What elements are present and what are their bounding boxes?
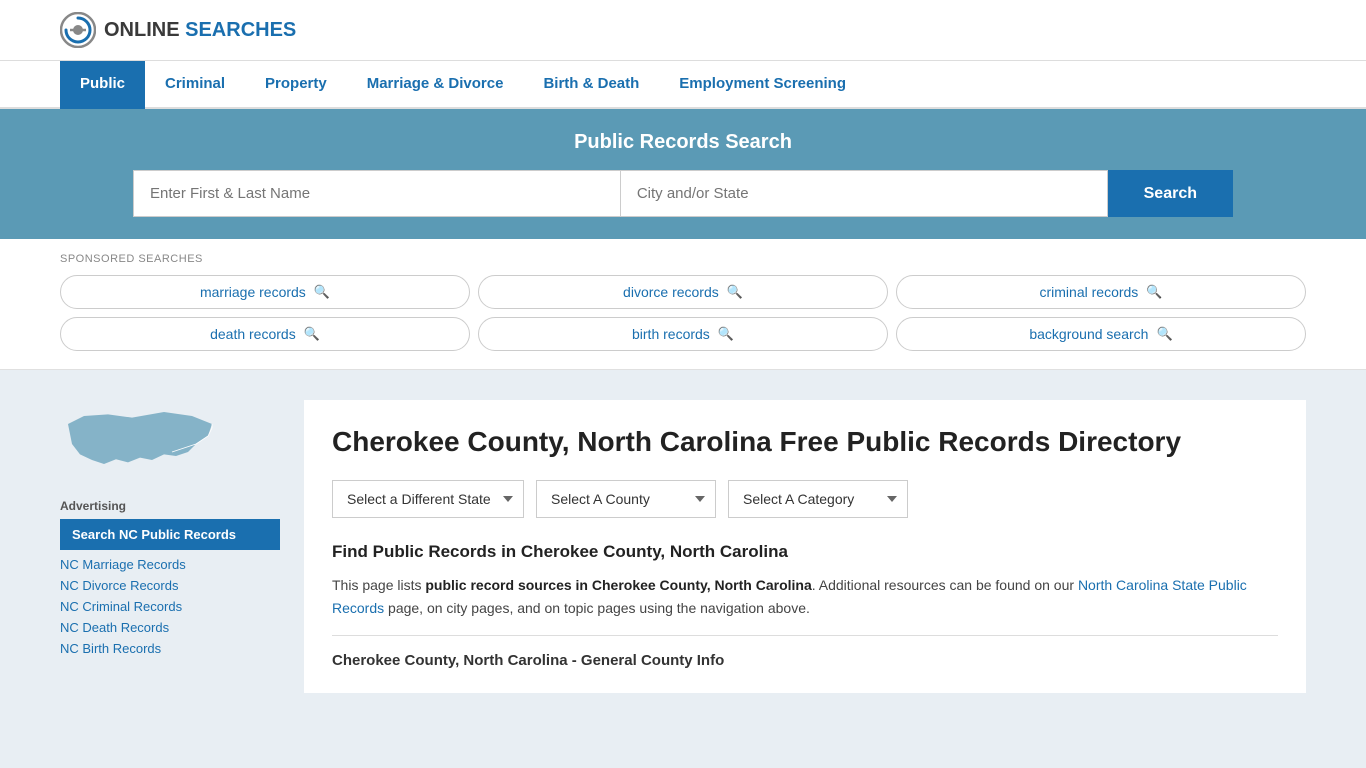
category-dropdown[interactable]: Select A Category: [728, 480, 908, 518]
header: ONLINE SEARCHES: [0, 0, 1366, 61]
sponsored-section: SPONSORED SEARCHES marriage records 🔍 di…: [0, 239, 1366, 370]
sponsored-criminal-records[interactable]: criminal records 🔍: [896, 275, 1306, 309]
name-input[interactable]: [133, 170, 620, 217]
content-area: Cherokee County, North Carolina Free Pub…: [304, 400, 1306, 693]
sidebar-link-divorce[interactable]: NC Divorce Records: [60, 575, 280, 596]
sponsored-death-label: death records: [210, 326, 296, 342]
page-title: Cherokee County, North Carolina Free Pub…: [332, 424, 1278, 460]
main-content: Advertising Search NC Public Records NC …: [0, 370, 1366, 723]
search-icon-criminal: 🔍: [1146, 284, 1162, 300]
nav-item-employment[interactable]: Employment Screening: [659, 61, 866, 109]
search-button[interactable]: Search: [1108, 170, 1233, 217]
state-map: [60, 400, 280, 483]
sponsored-grid: marriage records 🔍 divorce records 🔍 cri…: [60, 275, 1306, 351]
sidebar: Advertising Search NC Public Records NC …: [60, 400, 280, 693]
search-banner: Public Records Search Search: [0, 109, 1366, 239]
search-icon-death: 🔍: [304, 326, 320, 342]
county-info-title: Cherokee County, North Carolina - Genera…: [332, 652, 1278, 669]
city-state-input[interactable]: [620, 170, 1108, 217]
nav-item-birth-death[interactable]: Birth & Death: [523, 61, 659, 109]
logo[interactable]: ONLINE SEARCHES: [60, 12, 296, 48]
sponsored-background-search[interactable]: background search 🔍: [896, 317, 1306, 351]
description-text: This page lists public record sources in…: [332, 574, 1278, 619]
search-icon-birth: 🔍: [718, 326, 734, 342]
advertising-label: Advertising: [60, 499, 280, 513]
divider: [332, 635, 1278, 636]
sidebar-link-birth[interactable]: NC Birth Records: [60, 638, 280, 659]
logo-icon: [60, 12, 96, 48]
search-icon-marriage: 🔍: [314, 284, 330, 300]
nav-item-public[interactable]: Public: [60, 61, 145, 109]
sidebar-link-criminal[interactable]: NC Criminal Records: [60, 596, 280, 617]
sponsored-birth-records[interactable]: birth records 🔍: [478, 317, 888, 351]
sponsored-birth-label: birth records: [632, 326, 710, 342]
county-dropdown[interactable]: Select A County: [536, 480, 716, 518]
sidebar-ad-active[interactable]: Search NC Public Records: [60, 519, 280, 550]
sponsored-death-records[interactable]: death records 🔍: [60, 317, 470, 351]
sidebar-link-death[interactable]: NC Death Records: [60, 617, 280, 638]
state-dropdown[interactable]: Select a Different State: [332, 480, 524, 518]
logo-searches: SEARCHES: [185, 19, 296, 41]
nav-item-criminal[interactable]: Criminal: [145, 61, 245, 109]
desc-part2: . Additional resources can be found on o…: [812, 577, 1078, 593]
logo-online: ONLINE: [104, 19, 180, 41]
search-form: Search: [133, 170, 1233, 217]
desc-part1: This page lists: [332, 577, 425, 593]
sponsored-label: SPONSORED SEARCHES: [60, 253, 1306, 265]
desc-part3: page, on city pages, and on topic pages …: [384, 600, 810, 616]
navigation: Public Criminal Property Marriage & Divo…: [0, 61, 1366, 109]
nav-item-property[interactable]: Property: [245, 61, 347, 109]
dropdowns-row: Select a Different State Select A County…: [332, 480, 1278, 518]
find-records-title: Find Public Records in Cherokee County, …: [332, 542, 1278, 562]
sidebar-link-marriage[interactable]: NC Marriage Records: [60, 554, 280, 575]
desc-bold: public record sources in Cherokee County…: [425, 577, 811, 593]
sponsored-divorce-label: divorce records: [623, 284, 719, 300]
sponsored-marriage-label: marriage records: [200, 284, 306, 300]
search-icon-divorce: 🔍: [727, 284, 743, 300]
sponsored-divorce-records[interactable]: divorce records 🔍: [478, 275, 888, 309]
search-banner-title: Public Records Search: [60, 131, 1306, 154]
sponsored-background-label: background search: [1029, 326, 1148, 342]
nc-map-svg: [60, 400, 220, 480]
logo-text: ONLINE SEARCHES: [104, 19, 296, 42]
nav-item-marriage-divorce[interactable]: Marriage & Divorce: [347, 61, 524, 109]
search-icon-background: 🔍: [1156, 326, 1172, 342]
sponsored-marriage-records[interactable]: marriage records 🔍: [60, 275, 470, 309]
sponsored-criminal-label: criminal records: [1040, 284, 1139, 300]
